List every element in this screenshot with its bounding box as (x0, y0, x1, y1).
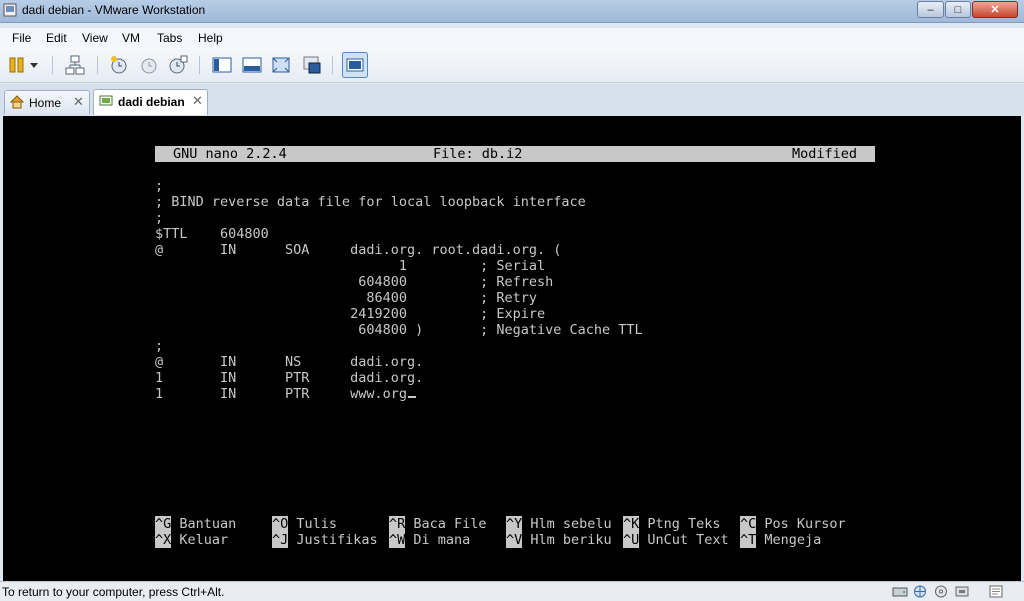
tab-home[interactable]: Home ✕ (4, 90, 90, 114)
toolbar-separator (97, 56, 98, 74)
shortcut-read-file: ^R Baca File (389, 516, 487, 532)
shortcut-write-out: ^O Tulis (272, 516, 338, 532)
file-line: $TTL 604800 (155, 226, 269, 242)
file-line: 604800 ) ; Negative Cache TTL (155, 322, 643, 338)
shortcut-cursor-pos: ^C Pos Kursor (740, 516, 846, 532)
shortcut-next-page: ^V Hlm beriku (506, 532, 612, 548)
vmware-app-icon (3, 3, 17, 17)
toolbar-separator (52, 56, 53, 74)
nano-filename: File: db.i2 (433, 146, 523, 162)
shortcut-where-is: ^W Di mana (389, 532, 471, 548)
file-line: ; BIND reverse data file for local loopb… (155, 194, 586, 210)
vm-icon (99, 95, 113, 106)
quick-switch-icon[interactable] (241, 54, 263, 76)
shortcut-spell: ^T Mengeja (740, 532, 822, 548)
status-message: To return to your computer, press Ctrl+A… (2, 585, 225, 599)
menu-edit[interactable]: Edit (46, 31, 67, 45)
shortcut-row: ^G Bantuan ^O Tulis ^R Baca File ^Y Hlm … (155, 516, 915, 532)
dropdown-arrow-icon[interactable] (27, 54, 41, 76)
current-line-text: 1 IN PTR www.org (155, 386, 407, 402)
minimize-button[interactable]: – (917, 1, 944, 18)
nano-editor[interactable]: GNU nano 2.2.4 File: db.i2 Modified ; ; … (155, 146, 875, 402)
full-screen-icon[interactable] (270, 54, 292, 76)
shortcut-row: ^X Keluar ^J Justifikas ^W Di mana ^V Hl… (155, 532, 915, 548)
messages-icon[interactable] (988, 585, 1004, 598)
tab-strip: Home ✕ dadi debian ✕ (0, 84, 1024, 116)
shortcut-uncut-text: ^U UnCut Text (623, 532, 729, 548)
network-adapter-icon[interactable] (912, 585, 928, 598)
toolbar-separator (332, 56, 333, 74)
shortcut-justify: ^J Justifikas (272, 532, 378, 548)
menu-view[interactable]: View (82, 31, 108, 45)
maximize-button[interactable]: □ (945, 1, 971, 18)
normal-view-icon[interactable] (211, 54, 233, 76)
tab-dadi-debian[interactable]: dadi debian ✕ (93, 89, 208, 115)
snapshot-take-icon[interactable] (108, 54, 130, 76)
usb-icon[interactable] (954, 585, 970, 598)
nano-modified-status: Modified (791, 146, 857, 162)
tab-dadi-debian-close-icon[interactable]: ✕ (192, 93, 203, 109)
tab-home-close-icon[interactable]: ✕ (73, 94, 84, 110)
file-line: 604800 ; Refresh (155, 274, 554, 290)
tab-home-label: Home (29, 96, 62, 110)
shortcut-cut-text: ^K Ptng Teks (623, 516, 721, 532)
title-bar: dadi debian - VMware Workstation – □ ✕ (0, 0, 1024, 23)
menu-file[interactable]: File (12, 31, 31, 45)
power-pause-icon[interactable] (6, 54, 28, 76)
unity-icon[interactable] (301, 54, 323, 76)
file-line: 86400 ; Retry (155, 290, 538, 306)
text-cursor (407, 396, 416, 398)
nano-header: GNU nano 2.2.4 File: db.i2 Modified (155, 146, 875, 162)
cd-drive-icon[interactable] (933, 585, 949, 598)
menu-bar: File Edit View VM Tabs Help (0, 28, 1024, 48)
file-line: 1 ; Serial (155, 258, 546, 274)
file-line: ; (155, 178, 875, 194)
file-line: 1 IN PTR dadi.org. (155, 370, 424, 386)
menu-help[interactable]: Help (198, 31, 223, 45)
file-line-current: 1 IN PTR www.org (155, 386, 875, 402)
snapshot-revert-icon[interactable] (138, 54, 160, 76)
tab-dadi-debian-label: dadi debian (118, 95, 185, 109)
close-button[interactable]: ✕ (972, 1, 1018, 18)
file-line: @ IN SOA dadi.org. root.dadi.org. ( (155, 242, 562, 258)
file-line: 2419200 ; Expire (155, 306, 546, 322)
menu-vm[interactable]: VM (122, 31, 140, 45)
snapshot-manager-icon[interactable] (167, 54, 189, 76)
status-bar: To return to your computer, press Ctrl+A… (0, 581, 1024, 601)
toolbar-separator (199, 56, 200, 74)
file-line: ; (155, 338, 164, 354)
nano-shortcuts: ^G Bantuan ^O Tulis ^R Baca File ^Y Hlm … (155, 516, 915, 548)
menu-tabs[interactable]: Tabs (157, 31, 182, 45)
nano-version: GNU nano 2.2.4 (173, 146, 287, 162)
shortcut-exit: ^X Keluar (155, 532, 229, 548)
shortcut-prev-page: ^Y Hlm sebelu (506, 516, 612, 532)
hard-disk-icon[interactable] (892, 585, 908, 598)
network-icon[interactable] (64, 54, 86, 76)
vm-console[interactable]: GNU nano 2.2.4 File: db.i2 Modified ; ; … (3, 116, 1021, 581)
file-line: ; (155, 210, 875, 226)
window-title: dadi debian - VMware Workstation (22, 3, 206, 17)
console-view-icon[interactable] (342, 52, 368, 78)
home-icon (10, 95, 24, 109)
shortcut-help: ^G Bantuan (155, 516, 237, 532)
file-line: @ IN NS dadi.org. (155, 354, 424, 370)
toolbar (0, 48, 1024, 83)
